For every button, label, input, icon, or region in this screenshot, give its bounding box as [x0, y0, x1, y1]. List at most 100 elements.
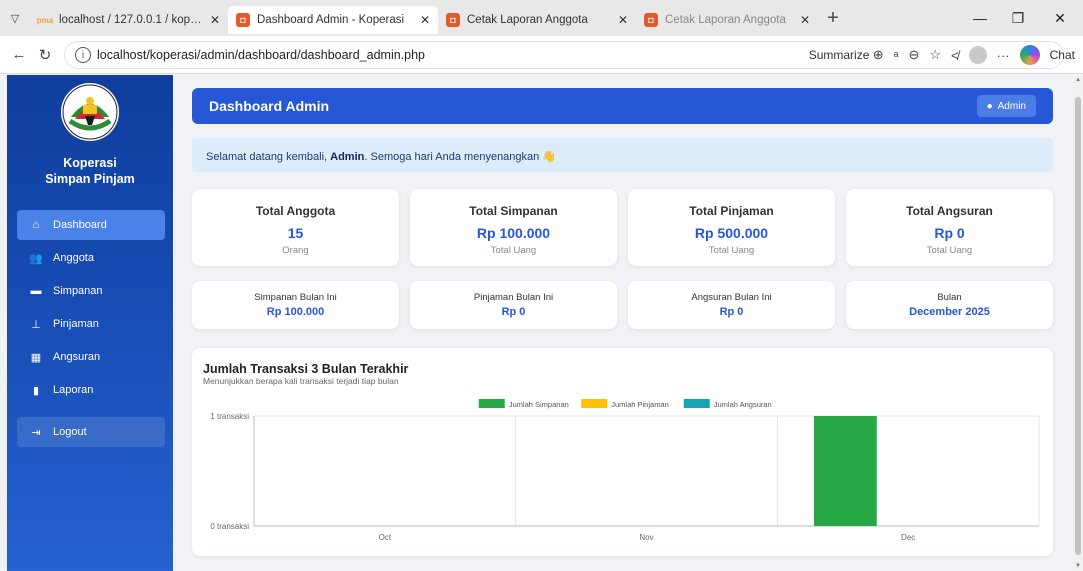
summarize-label: Summarize [808, 48, 870, 62]
copilot-icon[interactable] [1019, 45, 1040, 65]
back-arrow-icon[interactable]: ← [6, 46, 32, 63]
browser-tab-label: Cetak Laporan Anggota [467, 14, 588, 26]
logout-button[interactable]: ⇥ Logout [17, 417, 165, 447]
sidebar-item-label: Anggota [53, 252, 94, 264]
sidebar-menu: ⌂ Dashboard 👥 Anggota ▬ Simpanan ⊥ Pinja… [17, 210, 165, 450]
minimize-icon[interactable]: — [960, 0, 1000, 36]
chart-x-tick-label: Nov [639, 533, 653, 542]
sidebar-item-angsuran[interactable]: ▦ Angsuran [17, 342, 165, 372]
browser-tab-bar: ▽ pma localhost / 127.0.0.1 / koperasidb… [0, 0, 1083, 36]
site-info-icon[interactable]: i [75, 47, 91, 63]
welcome-prefix: Selamat datang kembali, [206, 151, 331, 163]
browser-tab-phpmyadmin[interactable]: pma localhost / 127.0.0.1 / koperasidb ✕ [30, 6, 228, 34]
sidebar-item-label: Angsuran [53, 351, 101, 363]
chart-legend-swatch [683, 399, 710, 408]
url-text: localhost/koperasi/admin/dashboard/dashb… [97, 48, 425, 62]
phpmyadmin-icon: pma [36, 15, 54, 25]
welcome-alert: Selamat datang kembali, Admin. Semoga ha… [192, 138, 1053, 172]
stat-value: Rp 500.000 [694, 225, 769, 241]
profile-avatar[interactable] [968, 46, 987, 64]
brand-line-2: Simpan Pinjam [45, 172, 135, 186]
user-circle-icon: ● [986, 100, 993, 112]
chart-legend-label: Jumlah Angsuran [714, 400, 772, 409]
users-icon: 👥 [29, 252, 43, 265]
scroll-up-icon[interactable]: ▲ [1074, 77, 1082, 83]
stat-card-total-simpanan: Total Simpanan Rp 100.000 Total Uang [410, 189, 617, 266]
monthly-value: Rp 0 [719, 306, 744, 318]
monthly-title: Angsuran Bulan Ini [691, 292, 772, 303]
page-scrollbar[interactable]: ▲ ▼ [1073, 75, 1083, 571]
transactions-bar-chart: 0 transaksi 1 transaksi Oct Nov Dec Jumlah Si… [210, 399, 1040, 542]
chart-y-tick-label: 0 transaksi [210, 522, 249, 531]
new-tab-plus-icon[interactable]: + [818, 7, 848, 30]
close-tab-icon[interactable]: ✕ [610, 13, 628, 27]
stat-sub: Total Uang [490, 245, 537, 256]
brand-name: Koperasi Simpan Pinjam [7, 155, 173, 187]
sidebar-item-anggota[interactable]: 👥 Anggota [17, 243, 165, 273]
sidebar-item-label: Dashboard [53, 219, 107, 231]
browser-tab-label: localhost / 127.0.0.1 / koperasidb [59, 14, 202, 26]
koperasi-logo [61, 83, 119, 141]
sidebar-item-laporan[interactable]: ▮ Laporan [17, 375, 165, 405]
sidebar-item-dashboard[interactable]: ⌂ Dashboard [17, 210, 165, 240]
summarize-button[interactable]: Summarize ⊕ [809, 47, 884, 63]
stat-title: Total Anggota [255, 204, 336, 218]
address-bar-row: ← ↻ i localhost/koperasi/admin/dashboard… [0, 36, 1083, 74]
summarize-icon: ⊕ [872, 47, 884, 62]
favorites-list-icon[interactable]: ≮ [951, 48, 959, 63]
monthly-value: Rp 100.000 [266, 306, 325, 318]
welcome-name: Admin [330, 151, 365, 163]
read-aloud-icon[interactable]: ᵃ [894, 48, 899, 63]
monthly-card-pinjaman: Pinjaman Bulan Ini Rp 0 [410, 281, 617, 329]
monthly-value: December 2025 [909, 306, 990, 318]
refresh-icon[interactable]: ↻ [32, 46, 58, 64]
restore-window-icon[interactable]: ❐ [998, 0, 1038, 36]
close-window-icon[interactable]: ✕ [1040, 0, 1080, 36]
stat-title: Total Simpanan [469, 204, 558, 218]
page-viewport: Koperasi Simpan Pinjam ⌂ Dashboard 👥 Ang… [0, 75, 1083, 571]
chart-legend-label: Jumlah Simpanan [509, 400, 569, 409]
scroll-down-icon[interactable]: ▼ [1074, 563, 1082, 569]
koperasi-logo-emblem [62, 84, 118, 140]
address-bar-actions: Summarize ⊕ ᵃ ⊖ ☆ ≮ ··· Chat [809, 36, 1075, 74]
stat-card-total-pinjaman: Total Pinjaman Rp 500.000 Total Uang [628, 189, 835, 266]
dashboard-header: Dashboard Admin ● Admin [192, 88, 1053, 124]
close-tab-icon[interactable]: ✕ [412, 13, 430, 27]
browser-tab-label: Dashboard Admin - Koperasi [257, 14, 405, 26]
koperasi-favicon-icon: ◘ [236, 13, 250, 27]
tab-actions-chevron-icon[interactable]: ▽ [0, 0, 30, 36]
browser-tab-cetak-1[interactable]: ◘ Cetak Laporan Anggota ✕ [438, 6, 636, 34]
stat-value: 15 [287, 225, 304, 241]
stat-title: Total Angsuran [906, 204, 993, 218]
zoom-icon[interactable]: ⊖ [908, 47, 919, 63]
favorite-star-icon[interactable]: ☆ [929, 47, 941, 63]
more-options-icon[interactable]: ··· [997, 48, 1010, 63]
main-content: Dashboard Admin ● Admin Selamat datang k… [191, 75, 1053, 571]
close-tab-icon[interactable]: ✕ [202, 13, 220, 27]
sidebar-item-pinjaman[interactable]: ⊥ Pinjaman [17, 309, 165, 339]
stat-value: Rp 0 [934, 225, 965, 241]
stat-sub: Orang [282, 245, 309, 256]
monthly-card-bulan: Bulan December 2025 [846, 281, 1053, 329]
chat-label[interactable]: Chat [1050, 48, 1075, 62]
monthly-value: Rp 0 [501, 306, 526, 318]
monthly-card-simpanan: Simpanan Bulan Ini Rp 100.000 [192, 281, 399, 329]
admin-user-button[interactable]: ● Admin [976, 95, 1036, 117]
chart-legend-swatch [581, 399, 608, 408]
page-title: Dashboard Admin [209, 98, 330, 114]
browser-tab-label: Cetak Laporan Anggota [665, 14, 786, 26]
home-icon: ⌂ [32, 219, 40, 231]
chart-y-tick-label: 1 transaksi [210, 412, 249, 421]
close-tab-icon[interactable]: ✕ [792, 13, 810, 27]
welcome-suffix: . Semoga hari Anda menyenangkan 👋 [364, 151, 557, 163]
file-icon: ▮ [32, 384, 40, 397]
stat-card-total-angsuran: Total Angsuran Rp 0 Total Uang [846, 189, 1053, 266]
chart-legend-swatch [478, 399, 505, 408]
chart-bar-jumlah-simpanan [813, 416, 877, 526]
chart-plot-border [253, 415, 1040, 527]
sidebar-item-simpanan[interactable]: ▬ Simpanan [17, 276, 165, 306]
wallet-icon: ▬ [30, 285, 42, 297]
browser-tab-dashboard[interactable]: ◘ Dashboard Admin - Koperasi ✕ [228, 6, 438, 34]
browser-tab-cetak-2[interactable]: ◘ Cetak Laporan Anggota ✕ [636, 6, 818, 34]
scroll-thumb[interactable] [1075, 97, 1081, 555]
